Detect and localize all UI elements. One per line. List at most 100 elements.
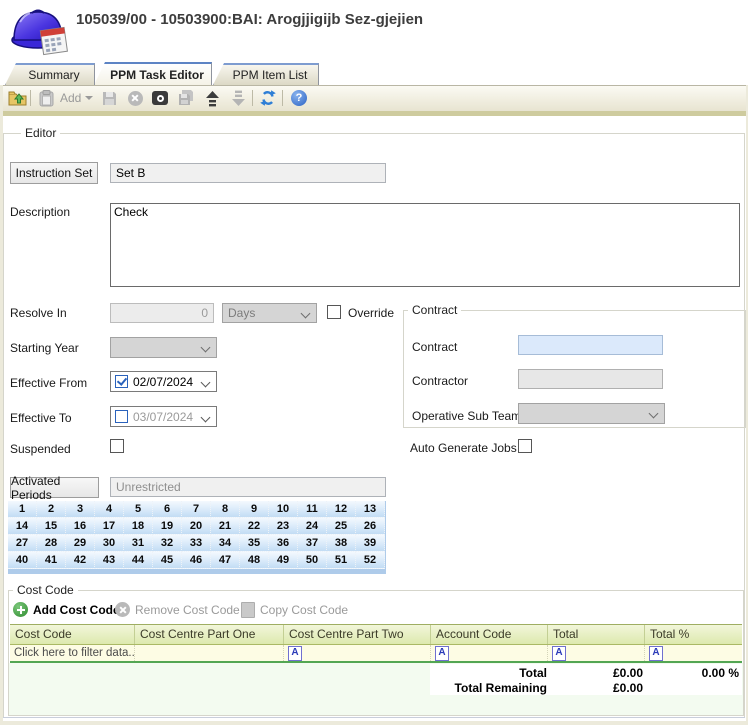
contract-field[interactable] — [518, 335, 663, 355]
resolve-in-input[interactable]: 0 — [110, 303, 214, 323]
period-cell[interactable]: 42 — [66, 552, 95, 569]
period-cell[interactable]: 4 — [95, 501, 124, 518]
filter-type-icon[interactable]: A — [288, 646, 302, 661]
filter-cell-account-code[interactable]: A — [431, 645, 548, 661]
period-cell[interactable]: 2 — [37, 501, 66, 518]
contractor-field[interactable] — [518, 369, 663, 389]
instruction-set-button[interactable]: Instruction Set — [10, 162, 98, 184]
period-cell[interactable]: 26 — [356, 518, 385, 535]
period-cell[interactable]: 11 — [298, 501, 327, 518]
period-cell[interactable]: 19 — [153, 518, 182, 535]
period-cell[interactable]: 31 — [124, 535, 153, 552]
period-cell[interactable]: 35 — [240, 535, 269, 552]
move-up-button[interactable] — [201, 88, 223, 108]
period-cell[interactable]: 32 — [153, 535, 182, 552]
period-cell[interactable]: 9 — [240, 501, 269, 518]
operative-sub-team-combobox[interactable] — [518, 403, 665, 424]
period-cell[interactable]: 37 — [298, 535, 327, 552]
period-cell[interactable]: 3 — [66, 501, 95, 518]
period-cell[interactable]: 46 — [182, 552, 211, 569]
period-cell[interactable]: 23 — [269, 518, 298, 535]
period-cell[interactable]: 38 — [327, 535, 356, 552]
period-cell[interactable]: 29 — [66, 535, 95, 552]
period-cell[interactable]: 12 — [327, 501, 356, 518]
starting-year-combobox[interactable] — [110, 337, 217, 358]
period-cell[interactable]: 17 — [95, 518, 124, 535]
auto-generate-jobs-checkbox[interactable] — [518, 439, 532, 453]
cancel-button[interactable] — [124, 88, 146, 108]
effective-from-datepicker[interactable]: 02/07/2024 — [110, 371, 217, 392]
period-cell[interactable]: 39 — [356, 535, 385, 552]
filter-cell-cost-centre-part-one[interactable] — [135, 645, 284, 661]
snapshot-button[interactable] — [149, 88, 171, 108]
effective-to-datepicker[interactable]: 03/07/2024 — [110, 406, 217, 427]
period-cell[interactable]: 7 — [182, 501, 211, 518]
period-cell[interactable]: 6 — [153, 501, 182, 518]
add-dropdown-button[interactable]: Add — [60, 88, 93, 108]
period-cell[interactable]: 47 — [211, 552, 240, 569]
effective-from-checkbox[interactable] — [115, 375, 128, 388]
filter-cell-cost-centre-part-two[interactable]: A — [284, 645, 431, 661]
period-cell[interactable]: 51 — [327, 552, 356, 569]
move-down-button[interactable] — [227, 88, 249, 108]
column-header-total[interactable]: Total — [548, 625, 645, 644]
period-cell[interactable]: 41 — [37, 552, 66, 569]
column-header-cost-centre-part-two[interactable]: Cost Centre Part Two — [284, 625, 431, 644]
filter-type-icon[interactable]: A — [649, 646, 663, 661]
filter-type-icon[interactable]: A — [552, 646, 566, 661]
period-cell[interactable]: 45 — [153, 552, 182, 569]
add-cost-code-button[interactable]: Add Cost Code — [13, 602, 120, 617]
period-cell[interactable]: 30 — [95, 535, 124, 552]
description-textarea[interactable]: Check — [110, 203, 740, 287]
column-header-account-code[interactable]: Account Code — [431, 625, 548, 644]
period-cell[interactable]: 5 — [124, 501, 153, 518]
effective-to-checkbox[interactable] — [115, 410, 128, 423]
column-header-cost-centre-part-one[interactable]: Cost Centre Part One — [135, 625, 284, 644]
filter-cell-total-pct[interactable]: A — [645, 645, 742, 661]
column-header-cost-code[interactable]: Cost Code — [10, 625, 135, 644]
tab-ppm-task-editor[interactable]: PPM Task Editor — [94, 62, 212, 85]
column-header-total-pct[interactable]: Total % — [645, 625, 742, 644]
instruction-set-field[interactable]: Set B — [110, 163, 386, 183]
period-cell[interactable]: 43 — [95, 552, 124, 569]
filter-cell-total[interactable]: A — [548, 645, 645, 661]
period-cell[interactable]: 25 — [327, 518, 356, 535]
period-cell[interactable]: 16 — [66, 518, 95, 535]
tab-ppm-item-list[interactable]: PPM Item List — [213, 63, 319, 85]
open-folder-button[interactable] — [6, 88, 28, 108]
period-cell[interactable]: 50 — [298, 552, 327, 569]
period-cell[interactable]: 36 — [269, 535, 298, 552]
period-cell[interactable]: 24 — [298, 518, 327, 535]
period-cell[interactable]: 20 — [182, 518, 211, 535]
period-cell[interactable]: 8 — [211, 501, 240, 518]
refresh-button[interactable] — [257, 88, 279, 108]
period-cell[interactable]: 48 — [240, 552, 269, 569]
period-cell[interactable]: 34 — [211, 535, 240, 552]
resolve-in-unit-combobox[interactable]: Days — [222, 303, 317, 323]
period-cell[interactable]: 49 — [269, 552, 298, 569]
period-cell[interactable]: 22 — [240, 518, 269, 535]
paste-button[interactable] — [35, 88, 57, 108]
period-cell[interactable]: 15 — [37, 518, 66, 535]
override-checkbox[interactable] — [327, 305, 341, 319]
activated-periods-button[interactable]: Activated Periods — [10, 477, 99, 498]
period-cell[interactable]: 40 — [8, 552, 37, 569]
period-cell[interactable]: 21 — [211, 518, 240, 535]
period-cell[interactable]: 33 — [182, 535, 211, 552]
save-all-button[interactable] — [175, 88, 197, 108]
period-cell[interactable]: 18 — [124, 518, 153, 535]
copy-cost-code-button[interactable]: Copy Cost Code — [241, 602, 348, 618]
tab-summary[interactable]: Summary — [5, 63, 95, 85]
activated-periods-field[interactable]: Unrestricted — [110, 477, 386, 497]
remove-cost-code-button[interactable]: Remove Cost Code — [115, 602, 240, 617]
suspended-checkbox[interactable] — [110, 439, 124, 453]
help-button[interactable]: ? — [288, 88, 310, 108]
period-cell[interactable]: 13 — [356, 501, 385, 518]
period-cell[interactable]: 14 — [8, 518, 37, 535]
save-button[interactable] — [98, 88, 120, 108]
filter-cell-cost-code[interactable]: Click here to filter data... A — [10, 645, 135, 661]
period-cell[interactable]: 28 — [37, 535, 66, 552]
period-cell[interactable]: 27 — [8, 535, 37, 552]
period-cell[interactable]: 44 — [124, 552, 153, 569]
period-cell[interactable]: 10 — [269, 501, 298, 518]
